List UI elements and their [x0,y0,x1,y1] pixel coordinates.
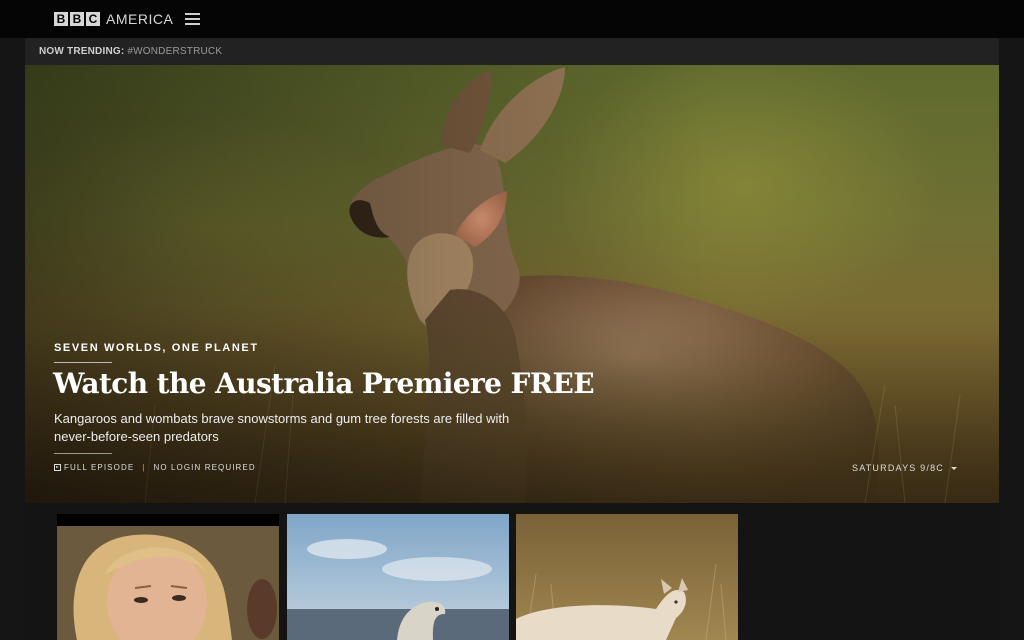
logo-letter-b1: B [54,12,68,26]
trending-bar: NOW TRENDING: #WONDERSTRUCK [25,38,999,65]
logo-letter-c: C [86,12,100,26]
play-square-icon [54,464,61,471]
caret-down-icon [951,466,957,470]
logo-word: AMERICA [106,11,174,27]
trending-hashtag-link[interactable]: #WONDERSTRUCK [127,46,222,57]
bbc-america-logo[interactable]: B B C AMERICA [54,11,173,27]
top-navigation-bar: B B C AMERICA [0,0,1024,38]
full-episode-tag: FULL EPISODE [64,463,135,472]
kicker-divider [54,362,112,363]
thumbnail-dingo[interactable] [516,514,738,640]
episode-meta: FULL EPISODE | NO LOGIN REQUIRED [54,463,256,472]
right-gutter [999,38,1024,640]
schedule-dropdown[interactable]: SATURDAYS 9/8C [852,463,957,473]
trending-label: NOW TRENDING: [39,46,125,57]
hero-headline[interactable]: Watch the Australia Premiere FREE [53,367,595,400]
hero-description: Kangaroos and wombats brave snowstorms a… [54,411,510,444]
hero-banner[interactable]: SEVEN WORLDS, ONE PLANET Watch the Austr… [25,65,999,503]
thumbnail-woman-portrait[interactable] [57,514,279,640]
woman-portrait-image [57,514,279,640]
no-login-tag: NO LOGIN REQUIRED [153,463,256,472]
schedule-label: SATURDAYS 9/8C [852,463,944,473]
dingo-image [516,514,738,640]
hamburger-menu-icon[interactable] [185,13,200,25]
show-title[interactable]: SEVEN WORLDS, ONE PLANET [54,342,259,354]
thumbnail-polar-bear[interactable] [287,514,509,640]
meta-separator: | [142,463,146,472]
description-divider [54,453,112,454]
logo-letter-b2: B [70,12,84,26]
left-gutter [0,38,25,640]
polar-bear-image [287,514,509,640]
